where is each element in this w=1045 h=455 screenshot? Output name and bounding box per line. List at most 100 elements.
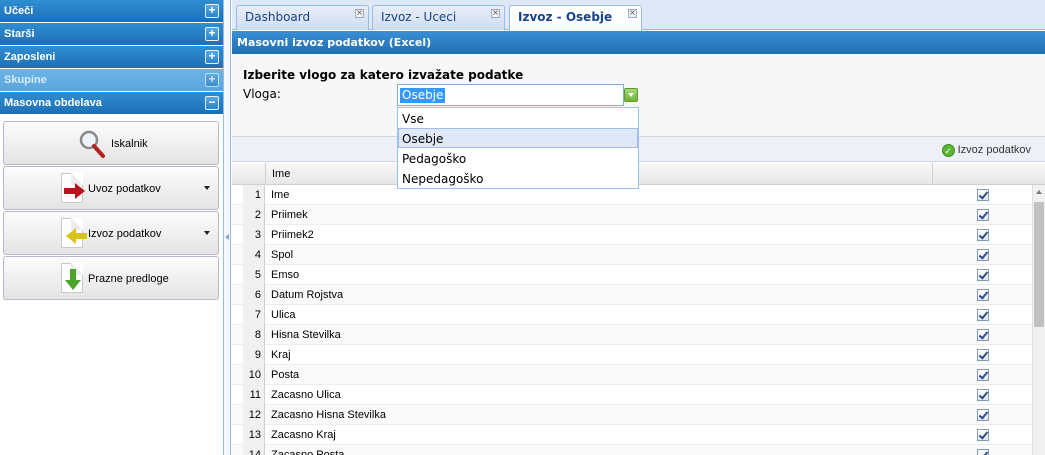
row-field-name: Ime [271,189,290,201]
row-checkbox[interactable] [977,429,989,441]
vloga-combobox[interactable]: Osebje [397,84,624,106]
collapse-icon[interactable]: − [205,96,219,110]
row-checkbox[interactable] [977,289,989,301]
chevron-down-icon[interactable] [204,186,210,190]
table-row[interactable]: 13 Zacasno Kraj [232,425,1032,445]
table-row[interactable]: 6 Datum Rojstva [232,285,1032,305]
row-field-name: Priimek [271,209,308,221]
export-button-label: Izvoz podatkov [957,144,1031,156]
uvoz-podatkov-button[interactable]: Uvoz podatkov [3,166,219,210]
prazne-predloge-button[interactable]: Prazne predloge [3,256,219,300]
table-row[interactable]: 12 Zacasno Hisna Stevilka [232,405,1032,425]
expand-icon[interactable]: + [205,27,219,41]
row-checkbox[interactable] [977,349,989,361]
dropdown-option-vse[interactable]: Vse [398,108,638,128]
grid-body: 1 Ime 2 Priimek 3 Priimek2 4 Spol 5 Emso 6 Datum Ro… [232,185,1032,455]
izvoz-podatkov-export-button[interactable]: ✓ Izvoz podatkov [941,141,1031,159]
expand-icon[interactable]: + [205,4,219,18]
row-checkbox[interactable] [977,449,989,455]
row-field-name: Zacasno Hisna Stevilka [271,409,386,421]
form-title: Izberite vlogo za katero izvažate podatk… [243,68,524,82]
row-field-name: Spol [271,249,294,261]
table-row[interactable]: 8 Hisna Stevilka [232,325,1032,345]
table-row[interactable]: 3 Priimek2 [232,225,1032,245]
expand-icon: + [205,73,219,87]
close-icon[interactable]: × [491,9,500,18]
row-number: 5 [243,265,265,285]
import-arrow-icon [64,183,85,199]
row-field-name: Priimek2 [271,229,314,241]
row-number: 6 [243,285,265,305]
prazne-predloge-label: Prazne predloge [88,273,169,285]
row-number: 1 [243,185,265,205]
uvoz-podatkov-label: Uvoz podatkov [88,183,161,195]
sidebar-collapse-splitter[interactable] [224,0,231,455]
tab-dashboard[interactable]: Dashboard × [236,5,369,30]
row-field-name: Datum Rojstva [271,289,344,301]
dropdown-option-pedagosko[interactable]: Pedagoško [398,148,638,168]
row-number: 4 [243,245,265,265]
accordion-header-ucenci[interactable]: Učeči + [0,0,223,22]
table-row[interactable]: 2 Priimek [232,205,1032,225]
table-row[interactable]: 11 Zacasno Ulica [232,385,1032,405]
dropdown-option-osebje[interactable]: Osebje [398,128,638,148]
row-checkbox[interactable] [977,189,989,201]
iskalnik-label: Iskalnik [111,138,148,150]
row-field-name: Emso [271,269,300,281]
row-field-name: Ulica [271,309,296,321]
accordion-header-starsi[interactable]: Starši + [0,23,223,45]
accordion-header-skupine: Skupine + [0,69,223,91]
row-checkbox[interactable] [977,329,989,341]
magnifier-icon [79,130,105,158]
table-row[interactable]: 14 Zacasno Posta [232,445,1032,455]
accordion-header-label: Skupine [4,74,47,86]
accordion-header-label: Masovna obdelava [4,97,102,109]
row-checkbox[interactable] [977,309,989,321]
izvoz-podatkov-button[interactable]: Izvoz podatkov [3,211,219,255]
row-field-name: Zacasno Posta [271,449,345,455]
iskalnik-button[interactable]: Iskalnik [3,121,219,165]
vloga-dropdown-list: Vse Osebje Pedagoško Nepedagoško [397,107,639,189]
row-number: 13 [243,425,265,445]
close-icon[interactable]: × [628,9,637,18]
vloga-combobox-value[interactable]: Osebje [400,88,446,103]
row-checkbox[interactable] [977,369,989,381]
close-icon[interactable]: × [355,9,364,18]
row-checkbox[interactable] [977,389,989,401]
table-row[interactable]: 7 Ulica [232,305,1032,325]
chevron-down-icon[interactable] [204,231,210,235]
tab-label: Izvoz - Uceci [381,10,457,24]
combobox-trigger-icon[interactable] [624,88,638,102]
row-checkbox[interactable] [977,229,989,241]
table-row[interactable]: 9 Kraj [232,345,1032,365]
row-number: 7 [243,305,265,325]
tab-label: Dashboard [245,10,311,24]
row-number: 14 [243,445,265,455]
accordion-header-masovna-obdelava[interactable]: Masovna obdelava − [0,92,223,114]
table-row[interactable]: 10 Posta [232,365,1032,385]
accordion-header-label: Učeči [4,5,34,17]
tab-izvoz-osebje[interactable]: Izvoz - Osebje × [509,5,642,31]
table-row[interactable]: 4 Spol [232,245,1032,265]
dropdown-option-nepedagosko[interactable]: Nepedagoško [398,168,638,188]
row-field-name: Zacasno Kraj [271,429,336,441]
row-checkbox[interactable] [977,269,989,281]
row-number: 2 [243,205,265,225]
table-row[interactable]: 5 Emso [232,265,1032,285]
expand-icon[interactable]: + [205,50,219,64]
collapse-left-icon[interactable] [225,234,229,240]
row-field-name: Kraj [271,349,291,361]
scrollbar-thumb[interactable] [1034,202,1044,327]
tab-izvoz-uceci[interactable]: Izvoz - Uceci × [372,5,505,30]
row-checkbox[interactable] [977,409,989,421]
row-field-name: Hisna Stevilka [271,329,341,341]
row-number: 9 [243,345,265,365]
row-number: 3 [243,225,265,245]
row-checkbox[interactable] [977,249,989,261]
scroll-up-icon[interactable] [1036,190,1042,194]
accordion-header-label: Starši [4,28,35,40]
vertical-scrollbar[interactable] [1032,185,1045,455]
row-checkbox[interactable] [977,209,989,221]
accordion-header-zaposleni[interactable]: Zaposleni + [0,46,223,68]
row-field-name: Zacasno Ulica [271,389,341,401]
